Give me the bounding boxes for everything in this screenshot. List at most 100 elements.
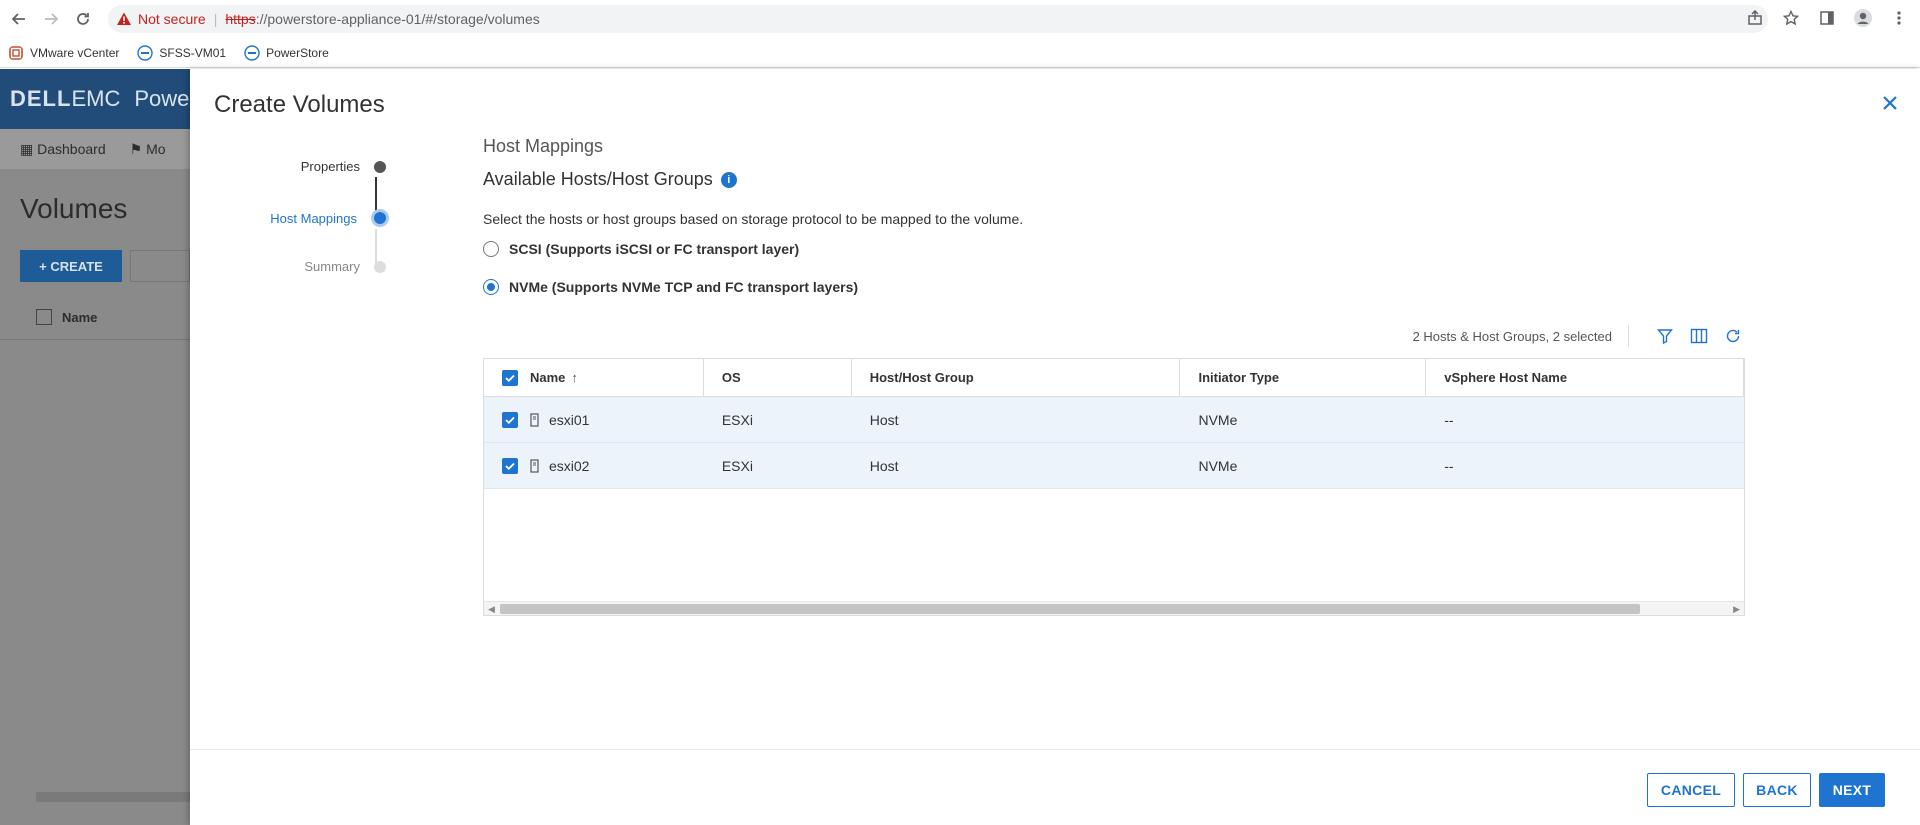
row-checkbox[interactable] xyxy=(502,457,518,474)
table-row[interactable]: esxi02 ESXi Host NVMe -- xyxy=(484,443,1744,489)
step-label: Properties xyxy=(300,159,360,174)
background-app: DELL EMC Powe ▦ Dashboard ⚑ Mo Volumes +… xyxy=(0,69,190,825)
server-icon xyxy=(530,458,539,473)
brand-emc: EMC xyxy=(71,86,121,111)
sort-ascending-icon[interactable]: ↑ xyxy=(571,370,578,385)
bookmark-label: PowerStore xyxy=(266,45,329,60)
bookmark-label: SFSS-VM01 xyxy=(159,45,227,60)
table-row[interactable]: esxi01 ESXi Host NVMe -- xyxy=(484,397,1744,443)
back-arrow-icon[interactable] xyxy=(6,6,32,32)
cell-name: esxi01 xyxy=(484,397,704,442)
step-pending-dot xyxy=(374,260,386,273)
nav-dashboard: ▦ Dashboard xyxy=(20,140,106,157)
refresh-icon[interactable] xyxy=(1721,324,1745,348)
section-subheading: Available Hosts/Host Groups i xyxy=(483,169,737,190)
nav-monitoring: ⚑ Mo xyxy=(129,140,166,157)
cell-vsphere-host-name: -- xyxy=(1444,457,1454,474)
table-header: Name ↑ OS Host/Host Group Initiator Type… xyxy=(484,359,1744,397)
cell-host-group: Host xyxy=(869,411,899,428)
section-heading: Host Mappings xyxy=(483,136,604,156)
more-menu-icon[interactable] xyxy=(1888,7,1910,29)
browser-toolbar: Not secure | https ://powerstore-applian… xyxy=(0,0,1920,38)
info-icon[interactable]: i xyxy=(720,171,737,188)
radio-nvme[interactable]: NVMe (Supports NVMe TCP and FC transport… xyxy=(483,279,858,295)
step-host-mappings[interactable]: Host Mappings xyxy=(190,209,390,227)
radio-label: SCSI (Supports iSCSI or FC transport lay… xyxy=(509,241,800,257)
cell-os: ESXi xyxy=(721,411,753,428)
security-label: Not secure xyxy=(138,11,206,27)
profile-icon[interactable] xyxy=(1852,7,1874,29)
cell-host-group: Host xyxy=(869,457,899,474)
row-checkbox[interactable] xyxy=(502,411,518,428)
url-separator: | xyxy=(213,11,218,27)
filter-icon[interactable] xyxy=(1653,324,1677,348)
warning-icon xyxy=(117,12,131,25)
bookmark-label: VMware vCenter xyxy=(30,45,120,60)
step-label: Summary xyxy=(304,259,360,274)
column-header-name: Name xyxy=(36,309,97,325)
column-header-name[interactable]: Name ↑ xyxy=(484,359,704,396)
step-complete-dot xyxy=(374,160,386,173)
table-toolbar: 2 Hosts & Host Groups, 2 selected xyxy=(483,324,1745,348)
brand-dell: DELL xyxy=(10,86,72,111)
server-icon xyxy=(530,412,539,427)
column-header-host-group[interactable]: Host/Host Group xyxy=(852,359,1181,396)
cell-vsphere-host-name: -- xyxy=(1444,411,1454,428)
selection-summary: 2 Hosts & Host Groups, 2 selected xyxy=(1412,328,1612,344)
step-summary: Summary xyxy=(190,259,390,274)
star-icon[interactable] xyxy=(1780,7,1802,29)
cell-os: ESXi xyxy=(721,457,753,474)
description-text: Select the hosts or host groups based on… xyxy=(483,211,1024,227)
back-button[interactable]: BACK xyxy=(1743,773,1811,807)
step-label: Host Mappings xyxy=(270,210,357,226)
product-name: Powe xyxy=(134,86,190,111)
dell-icon xyxy=(244,44,260,61)
bookmark-sfss-vm01[interactable]: SFSS-VM01 xyxy=(137,44,227,61)
column-header-os[interactable]: OS xyxy=(704,359,852,396)
modal-title: Create Volumes xyxy=(214,91,385,118)
cancel-button[interactable]: CANCEL xyxy=(1647,773,1735,807)
dell-icon xyxy=(137,44,154,61)
bookmark-powerstore[interactable]: PowerStore xyxy=(244,44,329,61)
cell-initiator-type: NVMe xyxy=(1198,411,1238,428)
toolbar-divider xyxy=(1628,325,1629,347)
url-path: ://powerstore-appliance-01/#/storage/vol… xyxy=(255,11,540,27)
next-button[interactable]: NEXT xyxy=(1819,773,1885,807)
address-bar[interactable]: Not secure | https ://powerstore-applian… xyxy=(108,5,1768,33)
app-header: DELL EMC Powe xyxy=(0,69,190,129)
reload-icon[interactable] xyxy=(70,6,96,32)
horizontal-scrollbar[interactable]: ◀ ▶ xyxy=(484,601,1744,615)
scrollbar-thumb[interactable] xyxy=(500,604,1640,614)
step-properties[interactable]: Properties xyxy=(190,159,390,174)
scroll-right-icon[interactable]: ▶ xyxy=(1733,602,1740,615)
radio-button-selected[interactable] xyxy=(483,279,499,295)
forward-arrow-icon[interactable] xyxy=(38,6,64,32)
footer-divider xyxy=(190,749,1920,750)
column-header-vsphere-host-name[interactable]: vSphere Host Name xyxy=(1426,359,1744,396)
url-scheme: https xyxy=(225,11,256,27)
checkbox xyxy=(36,309,52,325)
step-active-dot xyxy=(371,209,389,227)
select-all-checkbox[interactable] xyxy=(502,369,518,386)
bookmark-vmware-vcenter[interactable]: VMware vCenter xyxy=(8,45,119,61)
side-panel-icon[interactable] xyxy=(1816,7,1838,29)
column-header-initiator-type[interactable]: Initiator Type xyxy=(1180,359,1427,396)
columns-icon[interactable] xyxy=(1687,324,1711,348)
create-button: + CREATE xyxy=(20,250,122,282)
divider xyxy=(0,339,190,340)
bookmarks-bar: VMware vCenter SFSS-VM01 PowerStore xyxy=(0,38,1920,68)
hosts-table: Name ↑ OS Host/Host Group Initiator Type… xyxy=(483,358,1745,616)
share-icon[interactable] xyxy=(1744,7,1766,29)
radio-button[interactable] xyxy=(483,241,499,257)
cell-name: esxi02 xyxy=(484,443,704,488)
app-nav: ▦ Dashboard ⚑ Mo xyxy=(0,129,190,169)
scroll-left-icon[interactable]: ◀ xyxy=(488,602,495,615)
page-title: Volumes xyxy=(20,193,128,224)
radio-scsi[interactable]: SCSI (Supports iSCSI or FC transport lay… xyxy=(483,241,799,257)
close-icon[interactable] xyxy=(1878,91,1902,115)
disabled-button xyxy=(130,250,190,282)
scrollbar xyxy=(36,792,190,802)
create-volumes-modal: Create Volumes Properties Host Mappings … xyxy=(190,69,1920,825)
browser-actions xyxy=(1744,7,1910,29)
radio-label: NVMe (Supports NVMe TCP and FC transport… xyxy=(509,279,859,295)
